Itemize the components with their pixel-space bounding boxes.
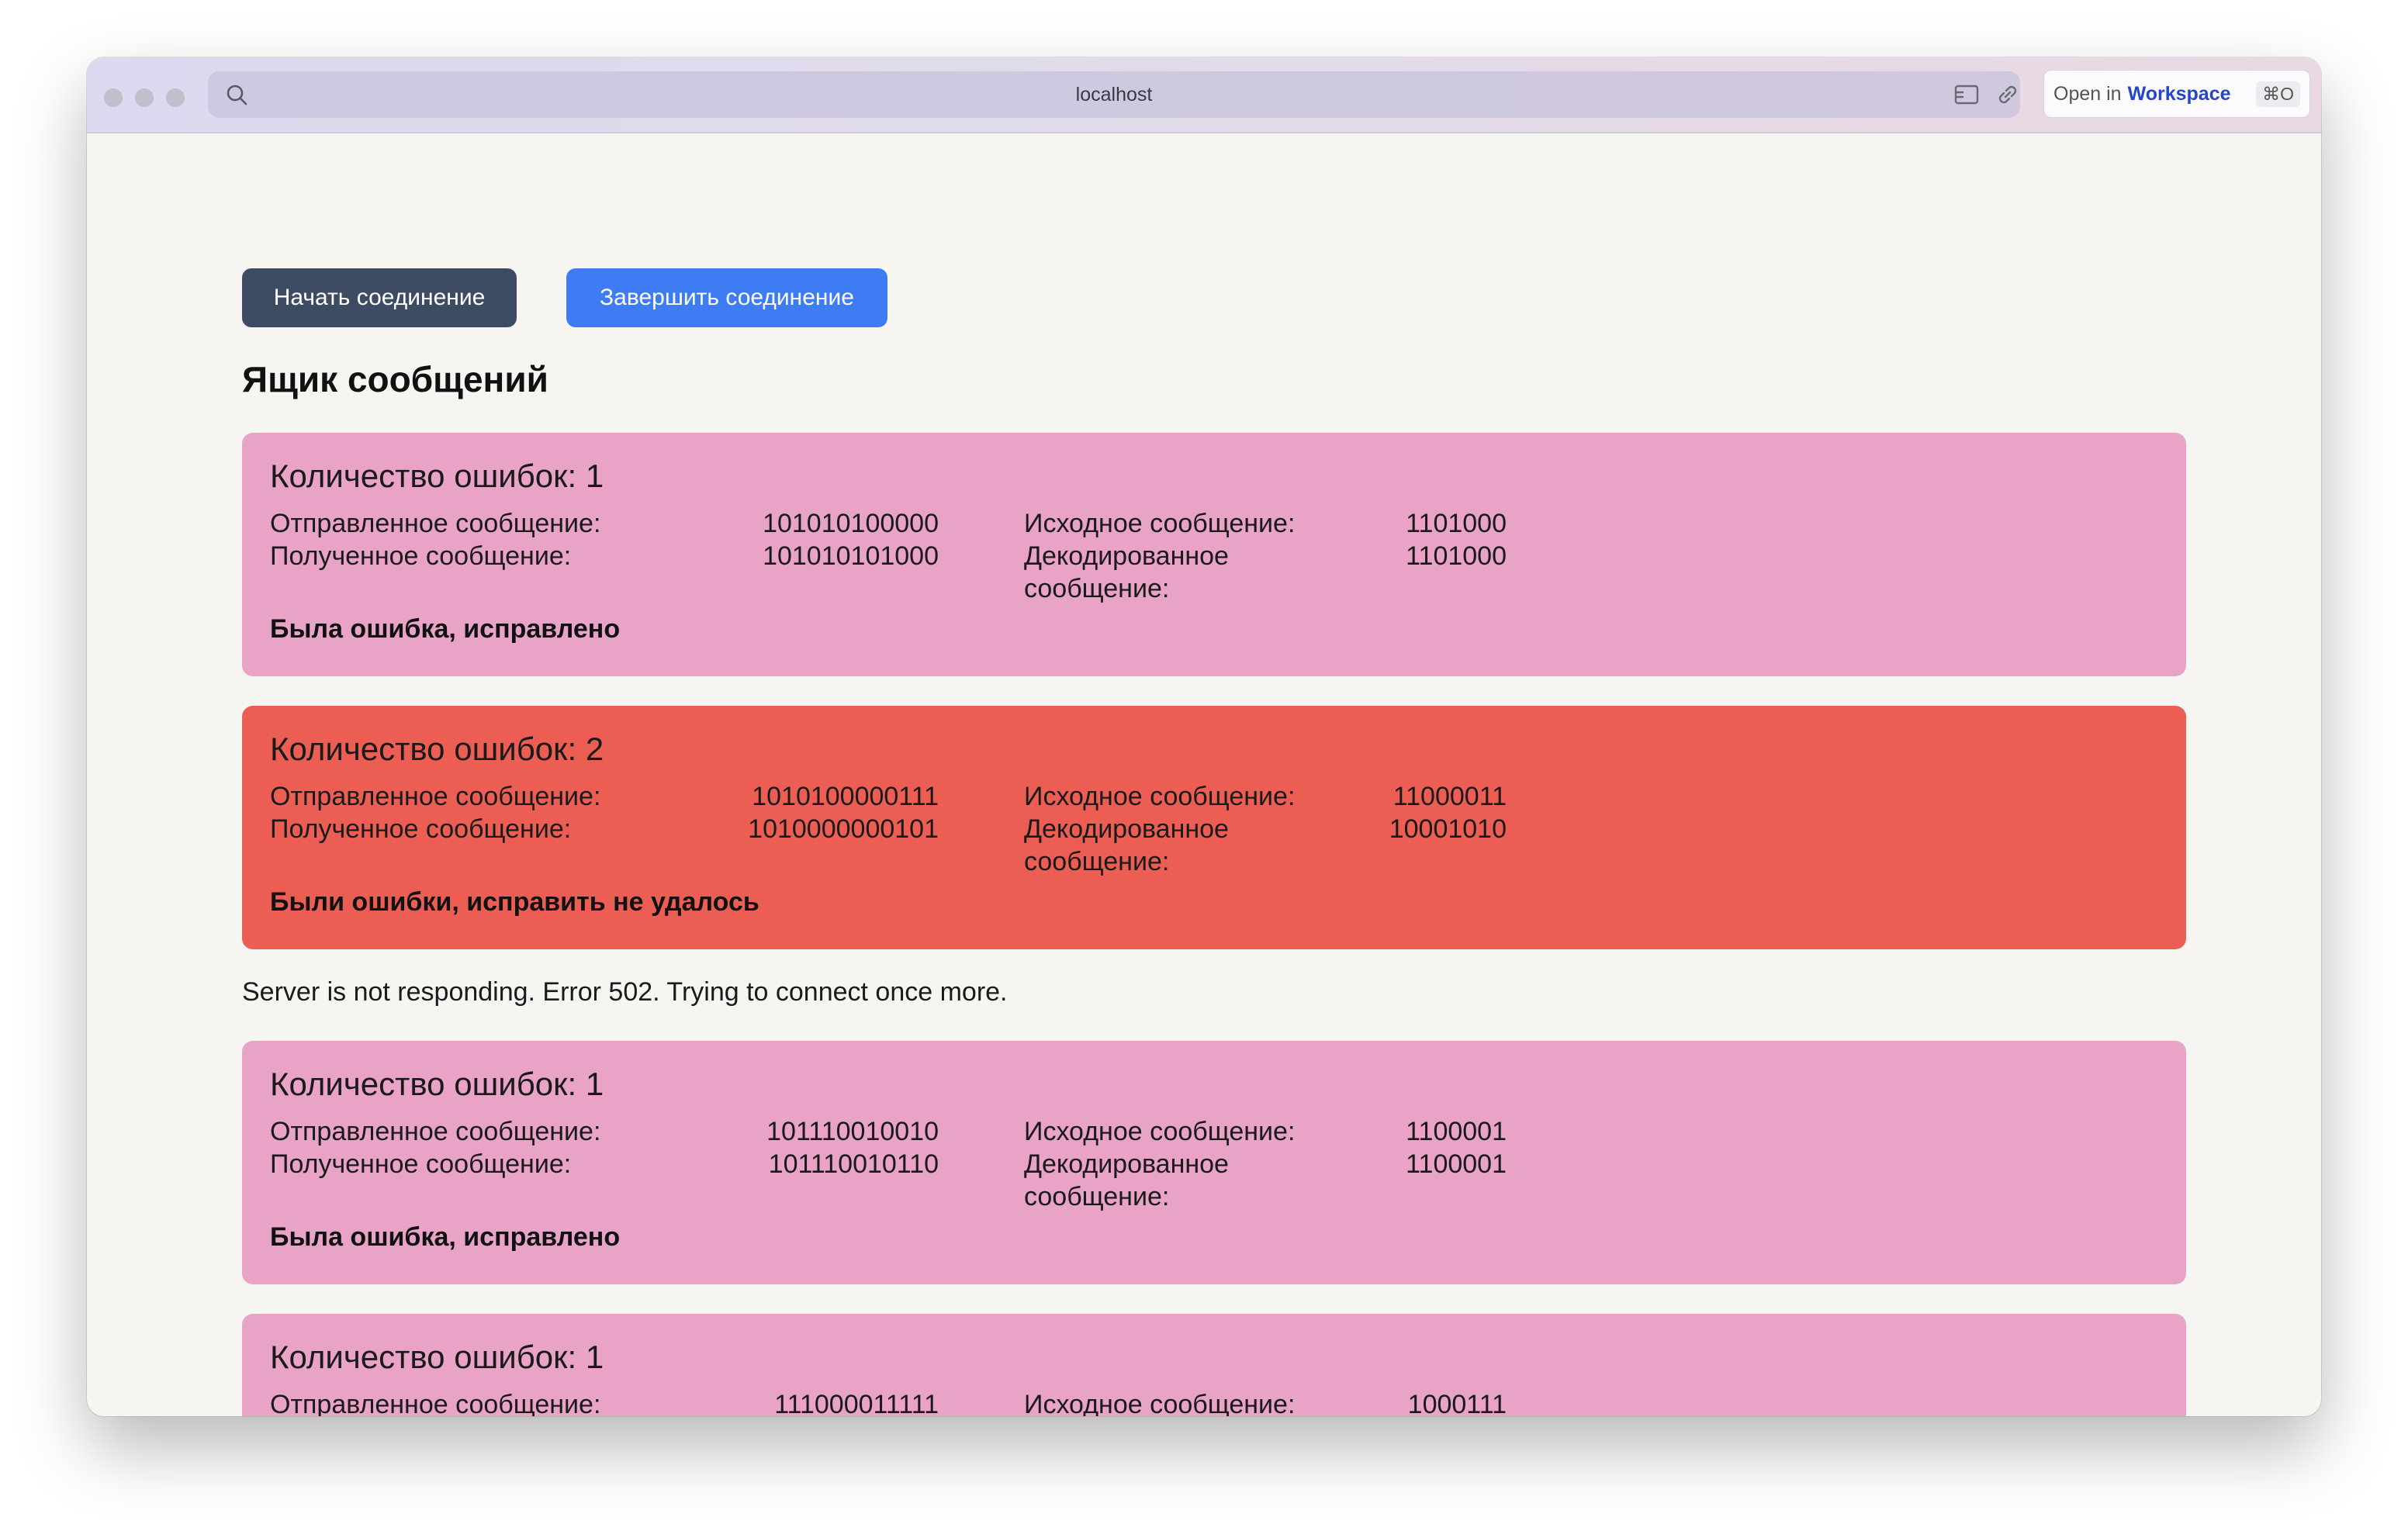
link-icon[interactable] (1994, 82, 2022, 107)
browser-window: localhost Open in Workspace ⌘O Начать со… (87, 57, 2321, 1416)
traffic-lights (104, 88, 185, 107)
message-card: Количество ошибок: 2 Отправленное сообще… (242, 706, 2186, 949)
decoded-value: 1100001 (1406, 1149, 1507, 1179)
status-text: Были ошибки, исправить не удалось (270, 887, 759, 917)
original-value: 1000111 (1407, 1390, 1507, 1416)
minimize-window-button[interactable] (135, 88, 154, 107)
decoded-value: 1101000 (1406, 541, 1507, 571)
start-connection-button[interactable]: Начать соединение (242, 268, 517, 327)
error-count: Количество ошибок: 1 (270, 1339, 604, 1375)
address-bar[interactable]: localhost (208, 71, 2020, 118)
zoom-window-button[interactable] (166, 88, 185, 107)
original-value: 1101000 (1406, 509, 1507, 538)
status-text: Была ошибка, исправлено (270, 614, 621, 644)
original-value: 11000011 (1393, 782, 1507, 811)
end-connection-button[interactable]: Завершить соединение (566, 268, 887, 327)
open-in-label: Open in (2053, 82, 2122, 105)
page-content: Начать соединение Завершить соединение Я… (87, 133, 2321, 1416)
error-count: Количество ошибок: 1 (270, 458, 604, 494)
title-bar: localhost Open in Workspace ⌘O (87, 57, 2321, 133)
shortcut-badge: ⌘O (2256, 81, 2300, 107)
message-card: Количество ошибок: 1 Отправленное сообще… (242, 1314, 2186, 1416)
message-card: Количество ошибок: 1 Отправленное сообще… (242, 1041, 2186, 1284)
decoded-value: 10001010 (1389, 814, 1507, 844)
workspace-label: Workspace (2127, 82, 2231, 105)
close-window-button[interactable] (104, 88, 123, 107)
reader-icon[interactable] (1953, 82, 1981, 107)
error-count: Количество ошибок: 2 (270, 731, 604, 767)
decoded-label-2: сообщение: (1024, 847, 1170, 876)
decoded-label-2: сообщение: (1024, 1182, 1170, 1211)
open-in-workspace-button[interactable]: Open in Workspace ⌘O (2043, 70, 2310, 118)
error-count: Количество ошибок: 1 (270, 1066, 604, 1102)
inbox-title: Ящик сообщений (242, 359, 548, 399)
original-value: 1100001 (1406, 1117, 1507, 1146)
status-text: Была ошибка, исправлено (270, 1222, 621, 1252)
url-text: localhost (1075, 84, 1153, 105)
server-error-message: Server is not responding. Error 502. Try… (242, 977, 1008, 1007)
message-card: Количество ошибок: 1 Отправленное сообще… (242, 433, 2186, 676)
decoded-label-2: сообщение: (1024, 574, 1170, 603)
